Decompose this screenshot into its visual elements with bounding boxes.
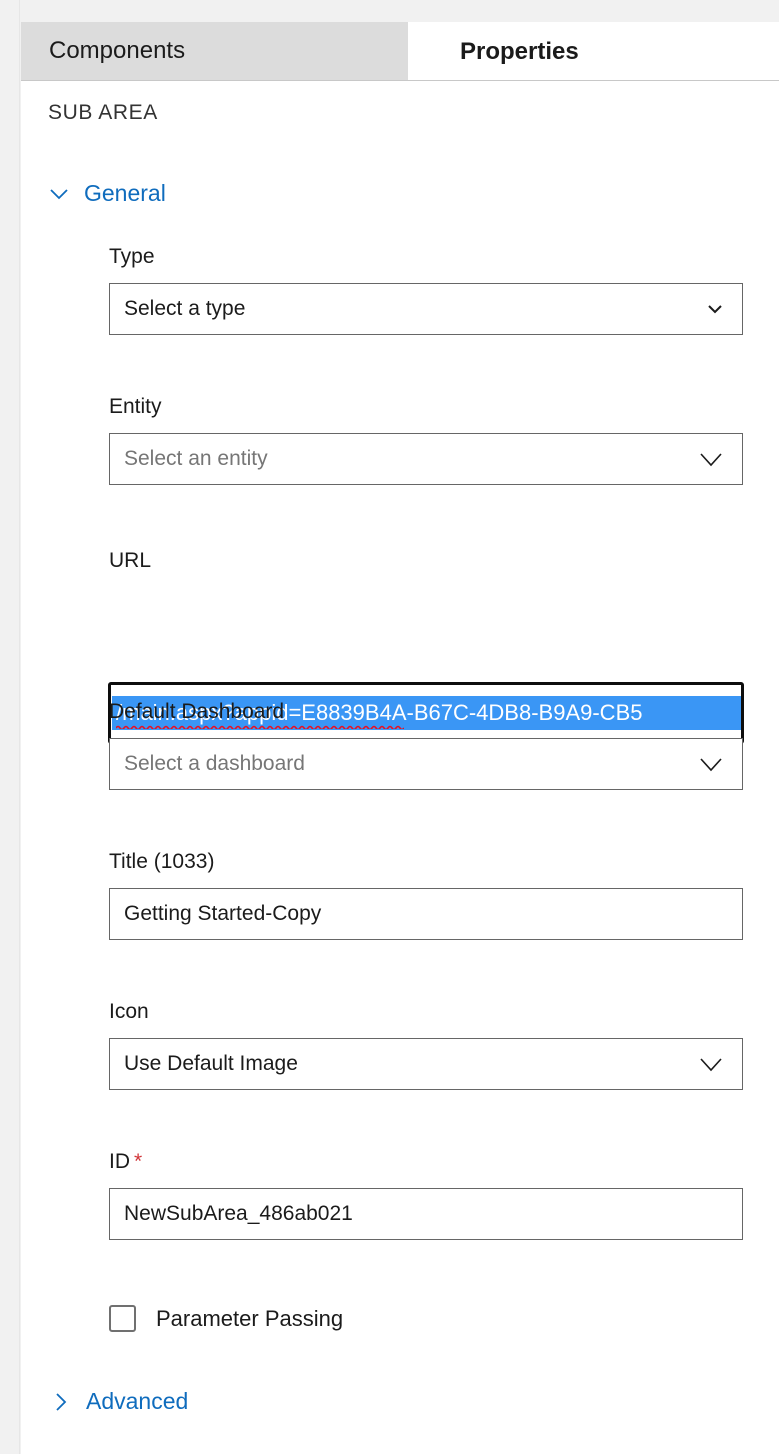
label-type: Type	[109, 245, 155, 269]
section-title: SUB AREA	[48, 101, 158, 124]
combobox-icon-value: Use Default Image	[124, 1052, 298, 1075]
label-type-text: Type	[109, 245, 155, 268]
checkbox-parameter-passing-label: Parameter Passing	[156, 1305, 344, 1331]
required-asterisk: *	[134, 1150, 143, 1173]
checkbox-parameter-passing[interactable]: Parameter Passing	[109, 1305, 343, 1332]
tab-properties-label: Properties	[460, 37, 579, 65]
left-rail-strip	[0, 0, 20, 1454]
input-id-value: NewSubArea_486ab021	[124, 1202, 353, 1225]
combobox-default-dashboard[interactable]: Select a dashboard	[109, 738, 743, 790]
select-type-value: Select a type	[124, 297, 246, 320]
label-id: ID *	[109, 1150, 142, 1174]
tab-properties[interactable]: Properties	[408, 22, 779, 81]
label-entity-text: Entity	[109, 395, 162, 418]
tab-components[interactable]: Components	[21, 22, 408, 81]
tab-strip: Components Properties	[21, 0, 779, 81]
tab-components-label: Components	[49, 37, 186, 64]
label-icon: Icon	[109, 1000, 149, 1024]
combobox-entity[interactable]: Select an entity	[109, 433, 743, 485]
chevron-right-icon	[50, 1391, 72, 1413]
combobox-icon[interactable]: Use Default Image	[109, 1038, 743, 1090]
label-url: URL	[109, 549, 151, 573]
chevron-down-icon	[696, 1049, 726, 1079]
chevron-down-icon	[696, 749, 726, 779]
group-header-advanced[interactable]: Advanced	[50, 1388, 188, 1415]
properties-content: SUB AREA General Type Select a type Enti…	[21, 81, 779, 1454]
group-header-general[interactable]: General	[48, 180, 166, 207]
group-header-general-label: General	[84, 180, 166, 206]
input-title[interactable]: Getting Started-Copy	[109, 888, 743, 940]
label-title: Title (1033)	[109, 850, 214, 874]
label-icon-text: Icon	[109, 1000, 149, 1023]
chevron-down-icon	[48, 183, 70, 205]
label-id-text: ID	[109, 1150, 130, 1173]
select-type[interactable]: Select a type	[109, 283, 743, 335]
group-header-advanced-label: Advanced	[86, 1388, 189, 1414]
input-id[interactable]: NewSubArea_486ab021	[109, 1188, 743, 1240]
label-url-text: URL	[109, 549, 152, 572]
label-default-dashboard-text: Default Dashboard	[109, 700, 285, 723]
chevron-down-icon	[696, 444, 726, 474]
checkbox-box-icon	[109, 1305, 136, 1332]
label-entity: Entity	[109, 395, 162, 419]
combobox-entity-value: Select an entity	[124, 447, 268, 470]
label-title-text: Title (1033)	[109, 850, 215, 873]
properties-panel: Components Properties SUB AREA General T…	[21, 0, 779, 1454]
chevron-down-icon	[706, 300, 724, 318]
spellcheck-underline-icon	[116, 725, 404, 729]
label-default-dashboard: Default Dashboard	[109, 700, 284, 724]
input-title-value: Getting Started-Copy	[124, 902, 322, 925]
combobox-default-dashboard-value: Select a dashboard	[124, 752, 305, 775]
